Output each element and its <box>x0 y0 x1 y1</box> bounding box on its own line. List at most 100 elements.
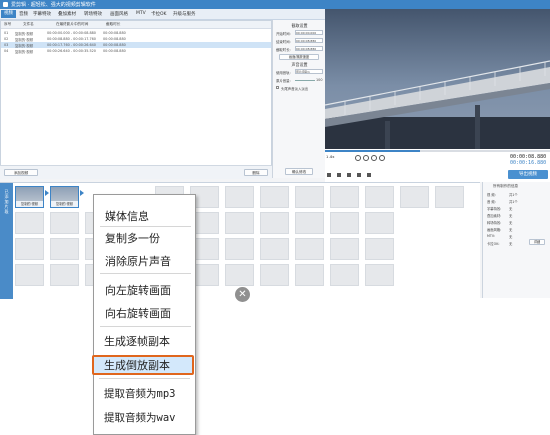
timeline-empty-slot[interactable] <box>260 264 289 286</box>
clip-label: 复制的·视频 <box>51 201 78 207</box>
timeline-empty-slot[interactable] <box>295 212 324 234</box>
share-icon[interactable] <box>367 173 371 177</box>
add-video-button[interactable]: 添加视频 <box>4 169 38 176</box>
timeline-empty-slot[interactable] <box>15 264 44 286</box>
snapshot-icon[interactable] <box>327 173 331 177</box>
timeline-empty-slot[interactable] <box>330 186 359 208</box>
cut-settings-title: 截取设置 <box>291 23 308 28</box>
menu-item-media-info[interactable]: 媒体信息 <box>105 208 149 224</box>
tab-subtitle-effects[interactable]: 字幕特效 <box>33 11 51 17</box>
timeline-empty-slot[interactable] <box>260 238 289 260</box>
row-duration: 00:00:08.880 <box>103 31 126 35</box>
tab-karaoke[interactable]: 卡拉OK <box>151 11 167 17</box>
speed-button[interactable]: 画面/播放速度 <box>279 54 319 60</box>
row-filename: 复制的·视频 <box>15 50 34 54</box>
start-time-input[interactable]: 00:00:00.000 <box>295 30 323 35</box>
menu-item-duplicate[interactable]: 复制多一份 <box>105 230 160 246</box>
menu-item-extract-wav[interactable]: 提取音频为wav <box>104 410 175 425</box>
timeline-empty-slot[interactable] <box>400 186 429 208</box>
duration-input[interactable]: 00:00:08.880 <box>295 46 323 51</box>
timeline-empty-slot[interactable] <box>260 186 289 208</box>
info-panel: 所有制作的信息 视 频: 共1个 音 频: 共1个 字幕特效: 无 叠加素材: … <box>482 182 550 298</box>
timeline-empty-slot[interactable] <box>365 186 394 208</box>
timeline-empty-slot[interactable] <box>225 186 254 208</box>
tab-mtv[interactable]: MTV <box>136 11 146 16</box>
menu-item-reverse-copy[interactable]: 生成倒放副本 <box>104 357 170 373</box>
timeline-empty-slot[interactable] <box>295 186 324 208</box>
timeline-empty-slot[interactable] <box>295 238 324 260</box>
tab-transitions[interactable]: 转场特效 <box>84 11 102 17</box>
crop-icon[interactable] <box>347 173 351 177</box>
close-icon[interactable]: ✕ <box>235 287 250 302</box>
timeline-empty-slot[interactable] <box>330 238 359 260</box>
speed-value: 1.0x <box>326 155 335 159</box>
menu-item-rotate-right[interactable]: 向右旋转画面 <box>105 305 171 321</box>
details-button[interactable]: 详细 <box>529 239 545 245</box>
menu-bar: 视频 音频 字幕特效 叠加素材 转场特效 画面风格 MTV 卡拉OK 升级与服务 <box>0 9 325 20</box>
row-duration: 00:00:08.880 <box>103 37 126 41</box>
volume-label: 原片音量: <box>276 79 291 83</box>
folder-icon[interactable] <box>337 173 341 177</box>
timeline-clip[interactable]: 复制的·视频 <box>50 186 79 208</box>
menu-separator <box>99 378 190 379</box>
timeline-empty-slot[interactable] <box>260 212 289 234</box>
delete-label: 删除 <box>252 171 260 175</box>
prev-frame-icon[interactable] <box>355 155 361 161</box>
clip-list-header: 序号 文件名 在最终影片中的时间 截取时长 <box>1 21 271 29</box>
volume-value: 100 <box>316 78 323 82</box>
timeline-empty-slot[interactable] <box>365 238 394 260</box>
seek-progress <box>325 150 420 152</box>
delete-button[interactable]: 删除 <box>244 169 268 176</box>
tab-video[interactable]: 视频 <box>1 10 16 18</box>
menu-item-rotate-left[interactable]: 向左旋转画面 <box>105 282 171 298</box>
row-index: 01 <box>4 31 9 35</box>
clip-label: 复制的·视频 <box>16 201 43 207</box>
table-row[interactable]: 04 复制的·视频 00:00:26.640 - 00:00:35.520 00… <box>1 48 271 54</box>
timeline-empty-slot[interactable] <box>435 186 464 208</box>
export-button[interactable]: 导出视频 <box>508 170 548 179</box>
menu-separator <box>100 326 191 327</box>
stop-icon[interactable] <box>371 155 377 161</box>
row-time: 00:00:17.760 - 00:00:26.640 <box>47 43 96 47</box>
menu-item-mute-original[interactable]: 消除原片声音 <box>105 253 171 269</box>
fade-checkbox[interactable] <box>276 86 279 89</box>
speed-button-label: 画面/播放速度 <box>288 55 310 59</box>
timeline-clip[interactable]: 复制的·视频 <box>15 186 44 208</box>
timeline-empty-slot[interactable] <box>225 212 254 234</box>
timeline-side-tab[interactable]: 已添加片段 <box>0 183 13 299</box>
tab-overlay[interactable]: 叠加素材 <box>58 11 76 17</box>
details-label: 详细 <box>533 240 541 244</box>
tab-upgrade[interactable]: 升级与服务 <box>173 11 196 17</box>
menu-item-extract-mp3[interactable]: 提取音频为mp3 <box>104 386 175 401</box>
timeline-empty-slot[interactable] <box>50 264 79 286</box>
timeline-empty-slot[interactable] <box>365 212 394 234</box>
next-frame-icon[interactable] <box>379 155 385 161</box>
timeline-empty-slot[interactable] <box>50 212 79 234</box>
timeline-empty-slot[interactable] <box>330 212 359 234</box>
timeline-empty-slot[interactable] <box>50 238 79 260</box>
track-select[interactable]: 原片音轨1 <box>295 69 323 74</box>
timeline-empty-slot[interactable] <box>15 212 44 234</box>
row-duration: 00:00:08.880 <box>103 49 126 53</box>
menu-item-frame-copy[interactable]: 生成逐帧副本 <box>104 333 170 349</box>
total-time: 00:00:16.880 <box>510 160 547 166</box>
timeline-empty-slot[interactable] <box>225 238 254 260</box>
timeline-panel: 已添加片段 复制的·视频 复制的·视频 <box>0 182 480 299</box>
tab-styles[interactable]: 画面风格 <box>110 11 128 17</box>
row-time: 00:00:26.640 - 00:00:35.520 <box>47 49 96 53</box>
timeline-empty-slot[interactable] <box>365 264 394 286</box>
col-index: 序号 <box>4 22 12 26</box>
save-icon[interactable] <box>357 173 361 177</box>
tab-audio[interactable]: 音频 <box>19 11 28 17</box>
timeline-empty-slot[interactable] <box>330 264 359 286</box>
timeline-empty-slot[interactable] <box>225 264 254 286</box>
end-time-label: 结束时间: <box>276 40 291 44</box>
confirm-button[interactable]: 确认修改 <box>285 168 313 175</box>
timeline-empty-slot[interactable] <box>15 238 44 260</box>
timeline-empty-slot[interactable] <box>295 264 324 286</box>
volume-slider[interactable] <box>295 80 315 81</box>
fade-label: 头尾声音淡入淡出 <box>281 87 309 91</box>
end-time-input[interactable]: 00:00:08.880 <box>295 38 323 43</box>
play-icon[interactable] <box>363 155 369 161</box>
track-label: 使用音轨: <box>276 71 291 75</box>
